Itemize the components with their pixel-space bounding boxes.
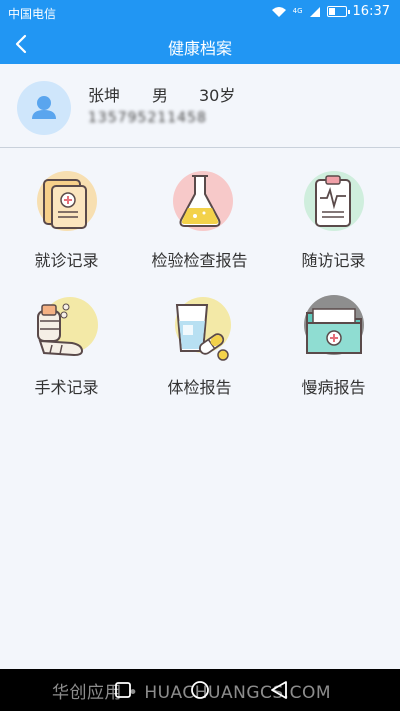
medical-record-icon — [37, 171, 97, 231]
tile-lab-reports[interactable]: 检验检查报告 — [133, 160, 266, 276]
wifi-icon — [271, 6, 286, 17]
watermark: 华创应用 • HUACHUANGCS.COM — [52, 683, 331, 703]
patient-phone: 135795211458 — [88, 110, 207, 126]
patient-age: 30岁 — [199, 86, 236, 105]
tile-label: 慢病报告 — [301, 378, 366, 397]
user-avatar-icon — [32, 96, 56, 119]
tile-followup-records[interactable]: 随访记录 — [267, 160, 400, 276]
tile-label: 检验检查报告 — [151, 251, 248, 270]
profile-card[interactable]: 张坤 男 30岁 135795211458 — [0, 64, 400, 148]
tile-label: 随访记录 — [301, 251, 366, 270]
status-bar: 中国电信 4G 16:37 — [0, 0, 400, 26]
medical-folder-icon — [304, 295, 364, 355]
page-title: 健康档案 — [167, 39, 232, 58]
tile-physical-exam[interactable]: 体检报告 — [133, 287, 266, 403]
avatar — [17, 81, 71, 135]
status-icons: 4G 16:37 — [271, 4, 390, 19]
water-glass-pill-icon — [175, 297, 231, 361]
flask-icon — [173, 171, 233, 231]
signal-icon — [309, 6, 320, 17]
patient-name: 张坤 — [88, 86, 121, 105]
battery-icon — [326, 6, 350, 17]
tile-chronic-disease[interactable]: 慢病报告 — [267, 287, 400, 403]
network-tag: 4G — [292, 7, 303, 15]
title-bar: 健康档案 — [0, 26, 400, 64]
carrier-label: 中国电信 — [8, 7, 57, 21]
status-time: 16:37 — [352, 4, 390, 19]
patient-gender: 男 — [152, 86, 169, 105]
bandaged-arm-icon — [37, 297, 98, 357]
tile-label: 手术记录 — [34, 378, 99, 397]
tile-visit-records[interactable]: 就诊记录 — [0, 160, 133, 276]
tile-label: 就诊记录 — [34, 251, 99, 270]
clipboard-ecg-icon — [304, 171, 364, 231]
tile-label: 体检报告 — [167, 378, 232, 397]
tile-surgery-records[interactable]: 手术记录 — [0, 287, 133, 403]
